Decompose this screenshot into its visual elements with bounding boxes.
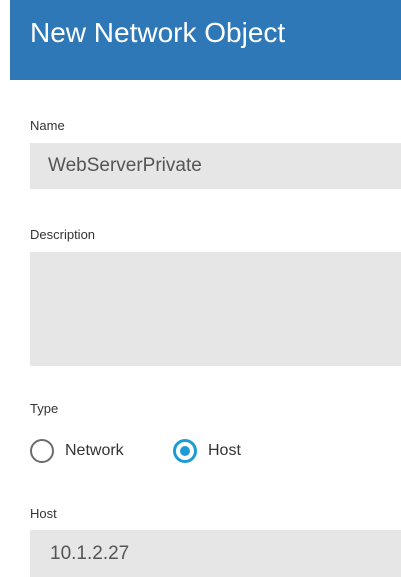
radio-selected-icon[interactable] [173,439,197,463]
host-label: Host [30,506,57,521]
new-network-object-dialog: New Network Object Name Description Type… [0,0,401,577]
type-label: Type [30,401,59,416]
description-textarea[interactable] [30,252,401,366]
dialog-title: New Network Object [30,17,286,48]
type-radio-network[interactable]: Network [30,437,124,465]
dialog-header: New Network Object [10,0,401,80]
description-label: Description [30,227,96,242]
type-radio-host[interactable]: Host [173,437,241,465]
radio-host-label: Host [208,442,241,459]
name-label: Name [30,118,65,133]
radio-network-label: Network [65,442,124,459]
name-input[interactable] [30,143,401,189]
host-input[interactable] [30,530,401,577]
radio-unselected-icon[interactable] [30,439,54,463]
